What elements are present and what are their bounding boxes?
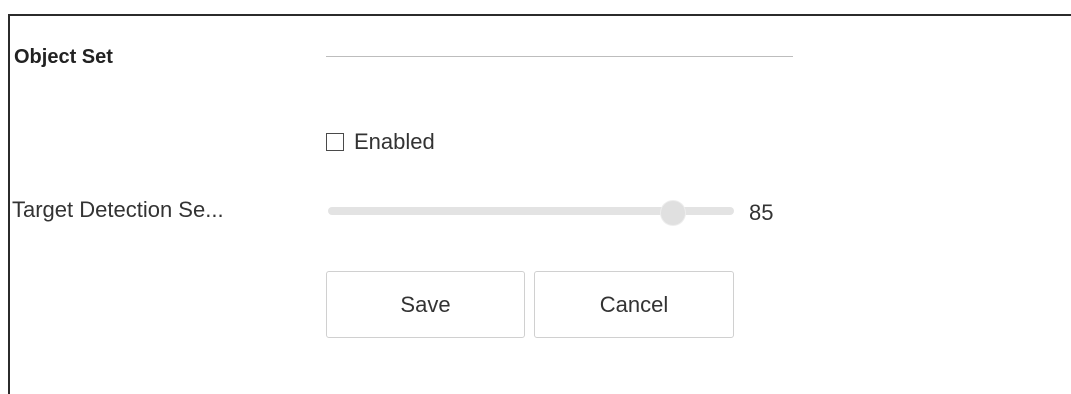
enabled-label[interactable]: Enabled xyxy=(354,129,435,155)
section-divider xyxy=(326,56,793,57)
object-set-panel: Object Set Enabled Target Detection Se..… xyxy=(8,14,1071,394)
cancel-button[interactable]: Cancel xyxy=(534,271,734,338)
enabled-checkbox-row[interactable]: Enabled xyxy=(326,129,435,155)
slider-value: 85 xyxy=(749,200,774,225)
target-detection-sensitivity-slider[interactable] xyxy=(328,201,734,225)
section-title: Object Set xyxy=(14,46,113,68)
target-detection-sensitivity-label: Target Detection Se... xyxy=(12,197,224,222)
slider-thumb[interactable] xyxy=(661,201,686,225)
enabled-checkbox[interactable] xyxy=(326,133,344,151)
save-button[interactable]: Save xyxy=(326,271,525,338)
